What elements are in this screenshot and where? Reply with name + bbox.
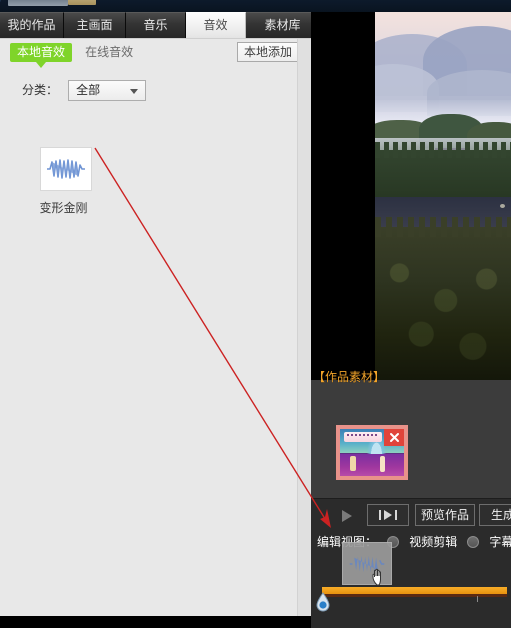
category-filter-select[interactable]: 全部 bbox=[68, 79, 147, 101]
controls-filler bbox=[311, 616, 511, 628]
category-filter-label: 分类： bbox=[22, 83, 59, 97]
timeline-playhead[interactable] bbox=[315, 592, 331, 612]
sound-effect-grid: 变形金刚 bbox=[39, 147, 94, 216]
chevron-down-icon bbox=[130, 88, 139, 94]
tab-my-works[interactable]: 我的作品 bbox=[0, 12, 64, 38]
app-logo bbox=[8, 0, 68, 6]
timeline-track[interactable] bbox=[322, 594, 507, 597]
frame-step-left-bar bbox=[379, 510, 381, 520]
subtab-online-sfx[interactable]: 在线音效 bbox=[85, 43, 133, 62]
tab-main-screen[interactable]: 主画面 bbox=[64, 12, 126, 38]
waveform-glyph bbox=[47, 159, 85, 179]
radio-label-subtitles[interactable]: 字幕 bbox=[489, 533, 511, 551]
video-frame bbox=[375, 12, 511, 380]
thumb-figure bbox=[379, 456, 385, 473]
frame-step-play-glyph bbox=[384, 510, 392, 520]
play-glyph bbox=[342, 510, 352, 522]
material-thumbnail-image bbox=[340, 429, 404, 476]
timeline-tick bbox=[477, 596, 478, 602]
category-filter-row: 分类： 全部 bbox=[22, 79, 147, 101]
main-tab-bar: 我的作品 主画面 音乐 音效 素材库 bbox=[0, 12, 320, 38]
app-logo-badge bbox=[68, 0, 96, 5]
radio-subtitles[interactable] bbox=[467, 535, 480, 548]
project-materials-panel: 【作品素材】 bbox=[311, 370, 511, 508]
sound-effects-panel: 本地音效 在线音效 本地添加 分类： 全部 变形金刚 bbox=[0, 38, 311, 616]
panel-scrollbar[interactable] bbox=[297, 39, 311, 616]
preview-column: 【作品素材】 预览作品 生 视频剪辑 字幕 bbox=[311, 12, 511, 628]
generate-material-button[interactable]: 生成素 bbox=[479, 504, 511, 526]
frame-step-button[interactable] bbox=[367, 504, 409, 526]
close-glyph bbox=[389, 433, 399, 442]
close-icon[interactable] bbox=[384, 429, 404, 446]
preview-light-speck bbox=[500, 204, 505, 208]
radio-label-video-editing[interactable]: 视频剪辑 bbox=[409, 533, 457, 551]
sound-effect-item[interactable]: 变形金刚 bbox=[39, 147, 94, 216]
tab-material-library[interactable]: 素材库 bbox=[246, 12, 320, 38]
thumb-title-band bbox=[343, 431, 383, 443]
preview-work-button[interactable]: 预览作品 bbox=[415, 504, 475, 526]
preview-foliage-texture bbox=[375, 227, 511, 380]
preview-dark-forest bbox=[375, 217, 511, 380]
tab-sound-effects[interactable]: 音效 bbox=[186, 12, 246, 38]
thumb-figure bbox=[350, 456, 356, 472]
sound-effect-item-label: 变形金刚 bbox=[39, 201, 88, 215]
timeline-area[interactable] bbox=[311, 587, 511, 616]
playback-controls-bar: 预览作品 生成素 编辑视图： 视频剪辑 字幕 bbox=[311, 498, 511, 628]
frame-step-right-bar bbox=[395, 510, 397, 520]
play-icon[interactable] bbox=[335, 507, 359, 525]
sound-source-subtabs: 本地音效 在线音效 bbox=[10, 43, 133, 68]
project-materials-title: 【作品素材】 bbox=[313, 370, 386, 384]
material-thumbnail-item[interactable] bbox=[336, 425, 408, 480]
category-filter-value: 全部 bbox=[76, 82, 101, 97]
local-add-button[interactable]: 本地添加 bbox=[237, 42, 299, 62]
application-window: 百宝箱 导入资源 我的作品 主画面 音乐 音效 素材库 本地音效 在线音效 本地… bbox=[0, 0, 511, 628]
tab-music[interactable]: 音乐 bbox=[126, 12, 186, 38]
video-preview-area[interactable] bbox=[311, 12, 511, 380]
timeline-progress-bar[interactable] bbox=[322, 587, 507, 594]
audio-waveform-icon bbox=[40, 147, 92, 191]
hand-cursor-icon bbox=[372, 568, 381, 586]
subtab-local-sfx[interactable]: 本地音效 bbox=[10, 43, 73, 68]
